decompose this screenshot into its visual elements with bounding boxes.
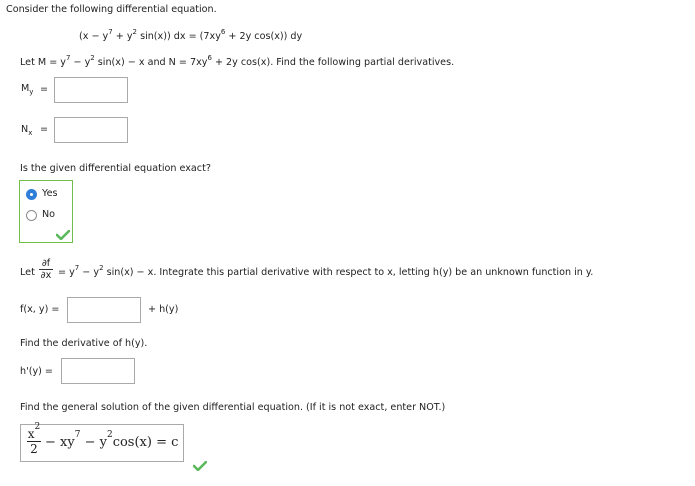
exact-options-group: Yes No (19, 180, 73, 243)
answer-fraction: x2 2 (27, 422, 41, 456)
partial-fraction: ∂f ∂x (39, 258, 53, 281)
intro-text: Consider the following differential equa… (6, 4, 217, 15)
let-m-n-text: Let M = y7 − y2 sin(x) − x and N = 7xy6 … (20, 53, 455, 68)
answer-expression: − xy7 − y2cos(x) = c (45, 429, 179, 450)
general-solution-input[interactable]: x2 2 − xy7 − y2cos(x) = c (20, 422, 184, 462)
fxy-label: f(x, y) = (20, 304, 60, 315)
exact-question: Is the given differential equation exact… (20, 163, 211, 174)
nx-label: Nx (21, 124, 33, 137)
general-solution-prompt: Find the general solution of the given d… (20, 402, 446, 413)
yes-radio[interactable] (26, 189, 37, 200)
partial-statement: = y7 − y2 sin(x) − x. Integrate this par… (58, 263, 594, 278)
correct-check-icon (193, 461, 207, 471)
my-equals: = (40, 84, 49, 95)
yes-label[interactable]: Yes (42, 188, 58, 199)
no-label[interactable]: No (42, 209, 55, 220)
my-input[interactable] (54, 77, 128, 103)
nx-input[interactable] (54, 117, 128, 143)
hprime-input[interactable] (61, 358, 135, 384)
nx-equals: = (40, 124, 49, 135)
no-radio[interactable] (26, 210, 37, 221)
fxy-input[interactable] (67, 297, 141, 323)
correct-check-icon (56, 230, 70, 240)
differential-equation: (x − y7 + y2 sin(x)) dx = (7xy6 + 2y cos… (79, 27, 303, 42)
hprime-label: h'(y) = (20, 366, 53, 377)
fxy-suffix: + h(y) (148, 304, 179, 315)
my-label: My (21, 83, 34, 96)
find-h-text: Find the derivative of h(y). (20, 338, 148, 349)
partial-let: Let (20, 267, 35, 278)
